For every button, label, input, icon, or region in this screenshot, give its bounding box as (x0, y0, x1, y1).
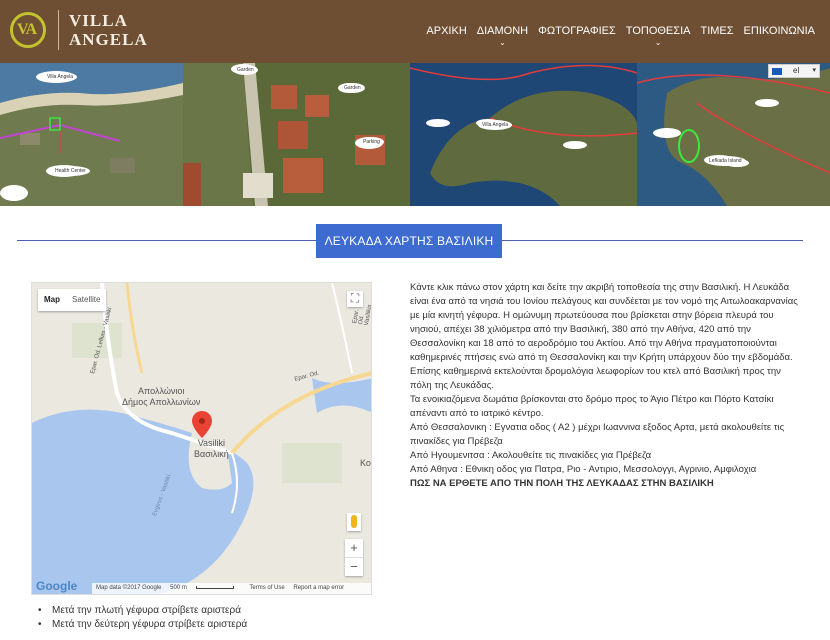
logo-line-1: VILLA (69, 11, 128, 30)
description-paragraph: Από Αθηνα : Εθνικη οδος για Πατρα, Ριο -… (410, 464, 757, 475)
zoom-control: + − (345, 539, 363, 576)
directions-list: Μετά την πλωτή γέφυρα στρίβετε αριστερά … (38, 604, 247, 632)
description-paragraph: Από Θεσσαλονικη : Εγνατια οδος ( Α2 ) μέ… (410, 422, 785, 447)
logo-text: VILLA ANGELA (69, 11, 148, 49)
list-item: Μετά την πλωτή γέφυρα στρίβετε αριστερά (38, 604, 247, 618)
banner-label: Lefkada Island (705, 156, 746, 166)
banner-label: Parking (359, 137, 384, 147)
island-satellite-image (410, 63, 637, 206)
description-paragraph: Από Ηγουμενιτσα : Ακολουθείτε τις πινακί… (410, 450, 652, 461)
banner-island-satellite: Villa Angela (410, 63, 637, 206)
map-type-control: Map Satellite (38, 289, 107, 311)
location-description: Κάντε κλικ πάνω στον χάρτη και δείτε την… (410, 281, 802, 491)
banner-villa-closeup: Garden Garden Parking (183, 63, 410, 206)
banner-aerial-coast: Villa Angela Health Center (0, 63, 183, 206)
scale-bar (195, 585, 234, 589)
banner-label: Garden (233, 65, 258, 75)
main-nav: ΑΡΧΙΚΗ ΔΙΑΜΟΝΗ ⌄ ΦΩΤΟΓΡΑΦΙΕΣ ΤΟΠΟΘΕΣΙΑ ⌄… (416, 25, 815, 47)
map-type-satellite-button[interactable]: Satellite (66, 289, 106, 311)
villa-closeup-image (183, 63, 410, 206)
map-scale: 500 m (170, 585, 241, 591)
nav-contact[interactable]: ΕΠΙΚΟΙΝΩΝΙΑ (744, 25, 815, 47)
description-paragraph: Κάντε κλικ πάνω στον χάρτη και δείτε την… (410, 282, 798, 391)
logo-line-2: ANGELA (69, 30, 148, 49)
street-view-pegman-icon[interactable] (347, 513, 361, 531)
list-item: Μετά την δεύτερη γέφυρα στρίβετε αριστερ… (38, 618, 247, 632)
description-paragraph: Τα ενοικιαζόμενα δωμάτια βρίσκονται στο … (410, 394, 774, 419)
section-title: ΛΕΥΚΑΔΑ ΧΑΡΤΗΣ ΒΑΣΙΛΙΚΗ (316, 224, 502, 258)
zoom-in-button[interactable]: + (345, 539, 363, 557)
map-footer: Map data ©2017 Google 500 m Terms of Use… (92, 583, 371, 594)
nav-home[interactable]: ΑΡΧΙΚΗ (426, 25, 466, 47)
map-town-label: Vasiliki Βασιλική (194, 438, 229, 459)
banner-label: Villa Angela (43, 72, 78, 82)
google-logo[interactable]: Google (36, 579, 77, 593)
map-place-label: Απολλώνιοι Δήμος Απολλωνίων (122, 386, 201, 407)
map-type-map-button[interactable]: Map (38, 289, 66, 311)
location-banner: Villa Angela Health Center Garden Garden… (0, 63, 830, 206)
greek-flag-icon (772, 68, 782, 75)
banner-region-map: Lefkada Island (637, 63, 830, 206)
google-map[interactable]: Απολλώνιοι Δήμος Απολλωνίων Vasiliki Βασ… (31, 282, 372, 595)
nav-prices[interactable]: ΤΙΜΕΣ (700, 25, 733, 47)
banner-label: Garden (340, 83, 365, 93)
nav-accommodation[interactable]: ΔΙΑΜΟΝΗ ⌄ (477, 25, 528, 47)
aerial-coast-image (0, 63, 183, 206)
nav-photos[interactable]: ΦΩΤΟΓΡΑΦΙΕΣ (538, 25, 616, 47)
map-terms-link[interactable]: Terms of Use (249, 585, 284, 591)
zoom-out-button[interactable]: − (345, 558, 363, 576)
logo-divider (58, 10, 59, 50)
directions-heading: ΠΩΣ ΝΑ ΕΡΘΕΤΕ ΑΠΟ ΤΗΝ ΠΟΛΗ ΤΗΣ ΛΕΥΚΑΔΑΣ … (410, 478, 714, 489)
language-selector[interactable]: el ▾ (768, 64, 820, 78)
logo-mark-icon: VA (10, 12, 46, 48)
fullscreen-icon[interactable]: ⛶ (347, 291, 363, 307)
map-data-credit: Map data ©2017 Google (96, 585, 162, 591)
region-map-image (637, 63, 830, 206)
banner-label: Villa Angela (478, 120, 513, 130)
site-logo[interactable]: VA VILLA ANGELA (10, 10, 148, 50)
chevron-down-icon: ⌄ (654, 38, 662, 47)
chevron-down-icon: ▾ (812, 67, 816, 74)
map-report-link[interactable]: Report a map error (293, 585, 344, 591)
map-side-label: Κο (360, 458, 371, 468)
nav-location[interactable]: ΤΟΠΟΘΕΣΙΑ ⌄ (626, 25, 691, 47)
banner-label: Health Center (51, 166, 90, 176)
site-header: VA VILLA ANGELA ΑΡΧΙΚΗ ΔΙΑΜΟΝΗ ⌄ ΦΩΤΟΓΡΑ… (0, 0, 830, 63)
chevron-down-icon: ⌄ (499, 38, 506, 47)
